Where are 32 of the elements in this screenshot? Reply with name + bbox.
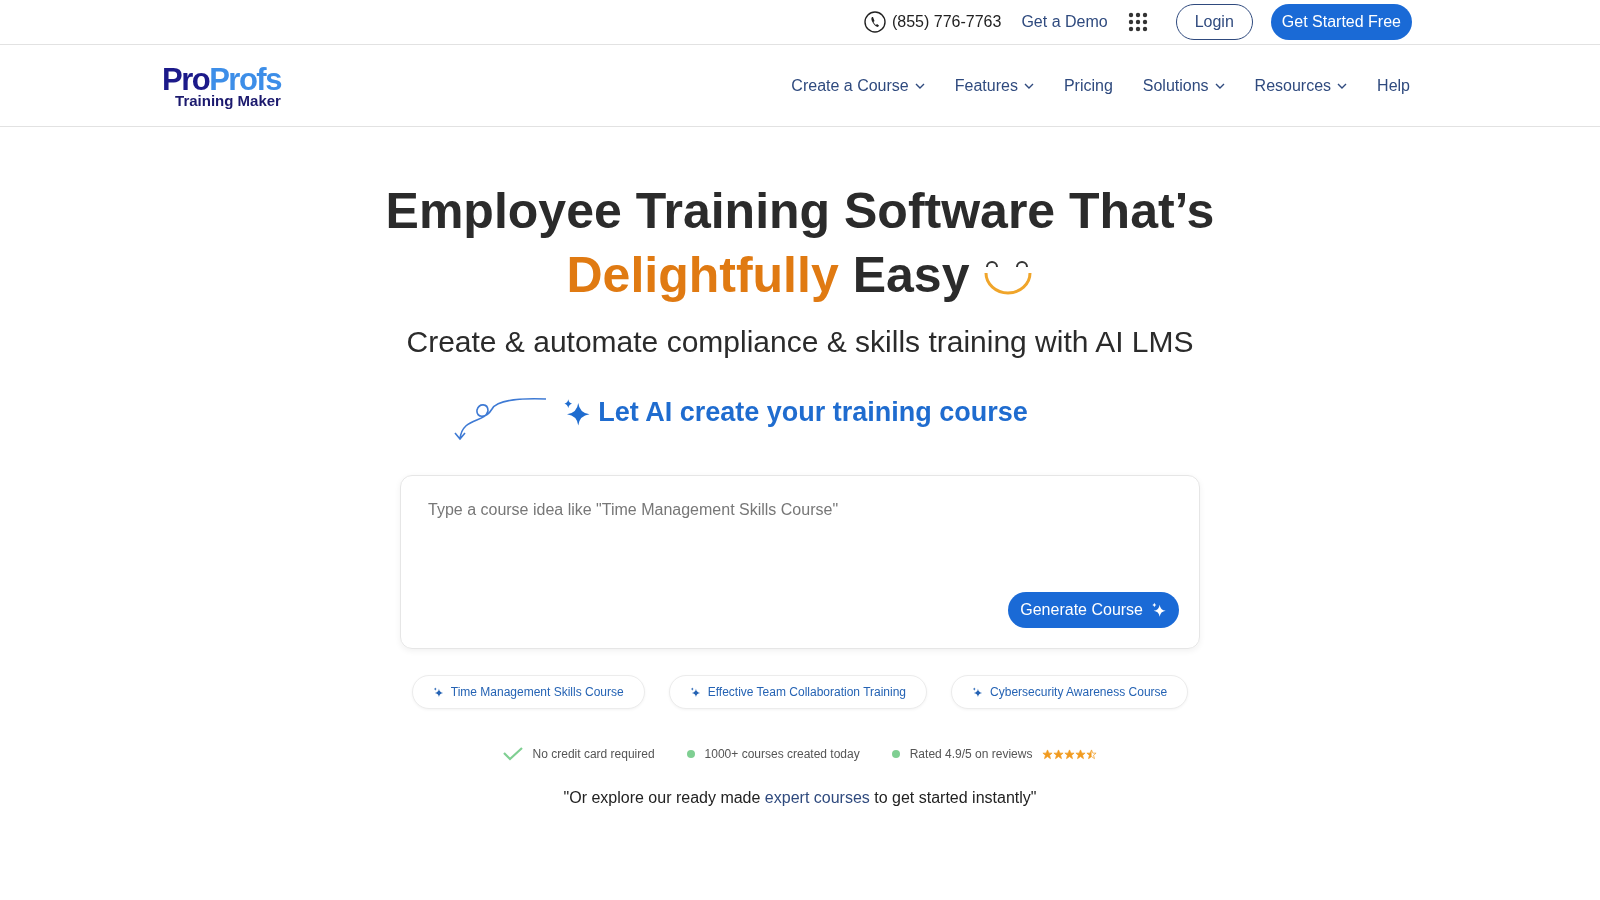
benefit-text: Rated 4.9/5 on reviews xyxy=(909,747,1033,761)
sparkle-icon xyxy=(432,686,444,698)
ai-prompt-heading: Let AI create your training course xyxy=(598,397,1028,428)
sparkle-icon xyxy=(689,686,701,698)
demo-link[interactable]: Get a Demo xyxy=(1021,13,1108,31)
suggestion-chip[interactable]: Cybersecurity Awareness Course xyxy=(951,675,1189,709)
explore-text: "Or explore our ready made expert courses to get started instantly" xyxy=(563,789,1037,807)
expert-courses-link[interactable]: expert courses xyxy=(764,789,870,806)
get-started-button[interactable]: Get Started Free xyxy=(1270,4,1412,40)
benefit-text: 1000+ courses created today xyxy=(704,747,860,761)
logo-subtitle: Training Maker xyxy=(175,92,281,108)
check-icon xyxy=(502,747,523,761)
nav-item[interactable]: Help xyxy=(1377,76,1410,95)
login-button[interactable]: Login xyxy=(1175,4,1253,40)
suggestion-chip[interactable]: Time Management Skills Course xyxy=(411,675,645,709)
nav-item[interactable]: Create a Course xyxy=(791,76,925,95)
benefit-text: No credit card required xyxy=(532,747,655,761)
status-dot xyxy=(891,750,900,758)
nav-item[interactable]: Pricing xyxy=(1063,76,1113,95)
status-dot xyxy=(686,750,695,758)
nav-item[interactable]: Solutions xyxy=(1142,76,1225,95)
phone-number: (855) 776-7763 xyxy=(892,13,1002,31)
logo-wordmark[interactable]: ProProfs xyxy=(162,63,281,95)
nav-item[interactable]: Features xyxy=(954,76,1034,95)
suggestion-chip[interactable]: Effective Team Collaboration Training xyxy=(668,675,928,709)
phone-icon xyxy=(864,11,886,33)
headline: Employee Training Software That’s Delightfully Easy xyxy=(385,182,1215,305)
generate-course-button[interactable]: Generate Course xyxy=(1008,592,1179,628)
nav-item[interactable]: Resources xyxy=(1254,76,1348,95)
subheadline: Create & automate compliance & skills training with AI LMS xyxy=(406,325,1194,359)
sparkle-icon xyxy=(1151,602,1167,618)
app-grid-icon[interactable] xyxy=(1127,12,1148,32)
